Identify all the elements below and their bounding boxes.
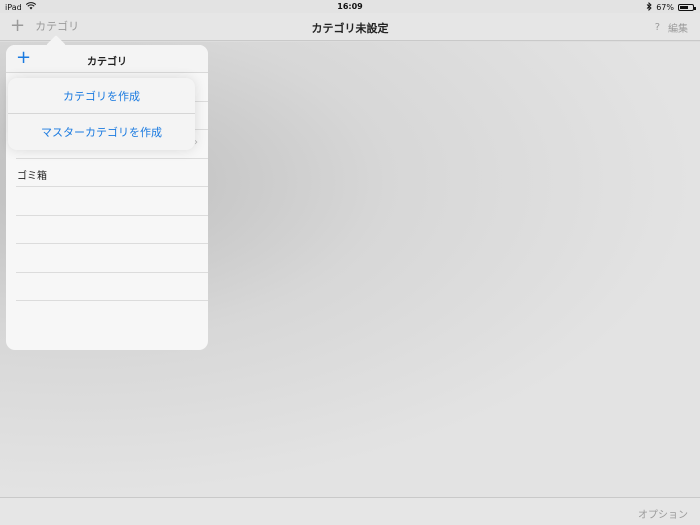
edit-button[interactable]: 編集 [668,20,688,35]
status-time: 16:09 [337,2,363,11]
create-category-button[interactable]: カテゴリを作成 [8,78,195,114]
create-master-category-button[interactable]: マスターカテゴリを作成 [8,114,195,150]
status-right: 67% [646,1,696,13]
nav-right-group: ? 編集 [655,20,688,35]
navigation-bar: + カテゴリ カテゴリ未設定 ? 編集 [0,13,700,41]
bluetooth-icon [646,1,652,13]
help-button[interactable]: ? [655,22,660,33]
battery-percent: 67% [656,3,674,12]
popover-header: + カテゴリ [6,45,208,73]
page-title: カテゴリ未設定 [311,22,389,35]
bottom-toolbar: オプション [0,497,700,525]
list-item[interactable] [16,244,208,273]
trash-label: ゴミ箱 [17,170,47,182]
list-item[interactable] [16,273,208,301]
popover-title: カテゴリ [87,57,127,68]
list-item[interactable] [16,187,208,216]
list-item-trash[interactable]: ゴミ箱 [16,159,208,187]
options-button[interactable]: オプション [638,506,688,521]
list-item[interactable] [16,216,208,244]
create-action-sheet: カテゴリを作成 マスターカテゴリを作成 [8,78,195,150]
status-bar: iPad 16:09 67% [0,0,700,13]
battery-icon [678,4,696,11]
battery-level [680,6,688,9]
